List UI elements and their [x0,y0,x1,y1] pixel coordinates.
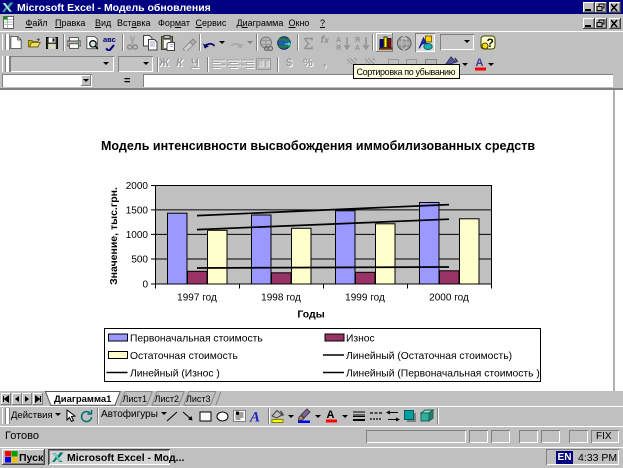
svg-text:Значение, тыс.грн.: Значение, тыс.грн. [108,187,120,285]
svg-text:Линейный (Первоначальная стоим: Линейный (Первоначальная стоимость ) [346,368,540,379]
svg-text:0: 0 [142,280,148,291]
svg-text:Годы: Годы [297,309,324,321]
svg-text:Лист2: Лист2 [155,394,180,404]
svg-text:Износ: Износ [346,334,375,345]
svg-text:Я: Я [336,45,341,51]
svg-text:Остаточная стоимость: Остаточная стоимость [130,351,238,362]
svg-text:Линейный (Остаточная стоимость: Линейный (Остаточная стоимость) [346,351,512,362]
svg-text:?: ? [487,36,494,50]
svg-text:1999 год: 1999 год [345,293,385,304]
svg-text:1997 год: 1997 год [177,293,217,304]
svg-text:Диаграмма1: Диаграмма1 [54,394,112,405]
svg-text:1500: 1500 [126,206,149,217]
svg-text:А: А [476,57,484,69]
svg-text:Модель интенсивности высвобожд: Модель интенсивности высвобождения иммоб… [101,139,535,153]
svg-text:A: A [249,410,260,425]
svg-text:500: 500 [131,255,148,266]
svg-text:1000: 1000 [126,230,149,241]
svg-text:Линейный (Износ ): Линейный (Износ ) [130,368,220,379]
svg-text:2000: 2000 [126,181,149,192]
svg-text:А: А [355,45,360,51]
svg-text:авс: авс [103,35,116,44]
svg-text:Первоначальная стоимость: Первоначальная стоимость [130,334,263,345]
svg-text:Лист1: Лист1 [123,394,148,404]
svg-text:1998 год: 1998 год [261,293,301,304]
svg-text:А: А [336,37,341,44]
svg-text:Я: Я [355,37,360,44]
svg-text:2000 год: 2000 год [429,293,469,304]
svg-text:А: А [327,409,335,421]
svg-text:Лист3: Лист3 [186,394,211,404]
